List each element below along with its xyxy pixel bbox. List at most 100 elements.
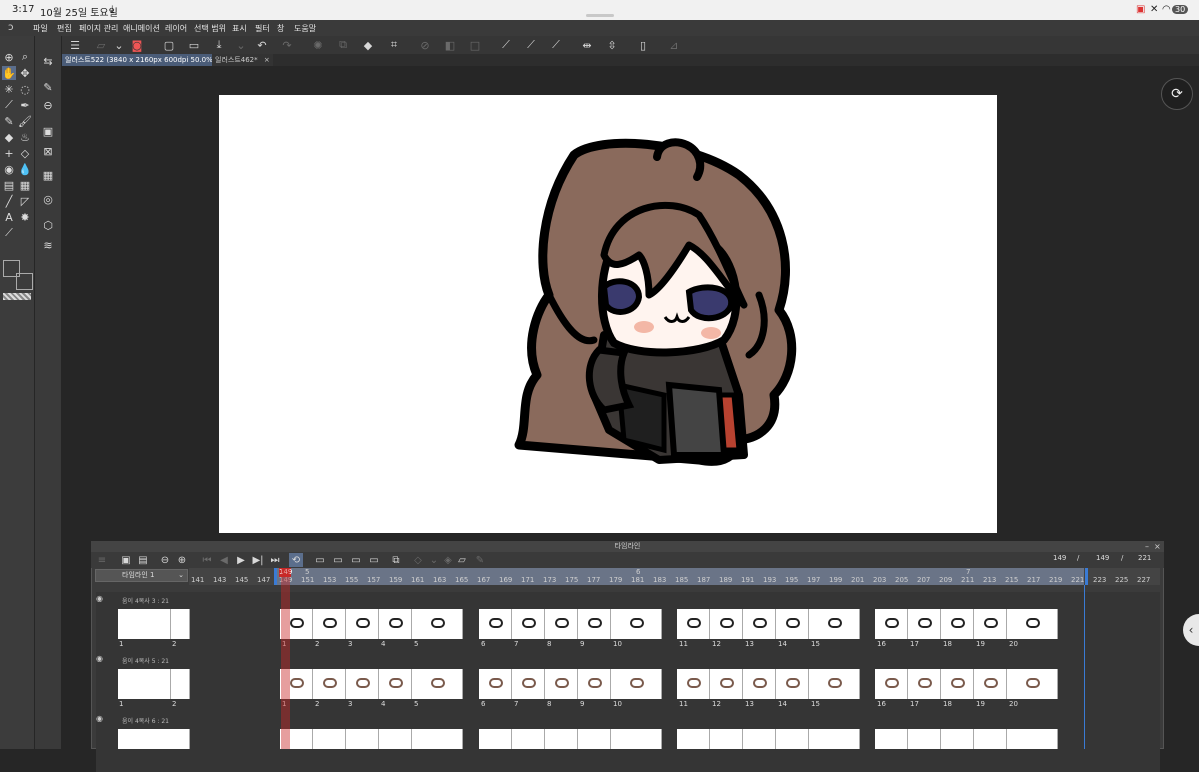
cel[interactable] <box>479 729 512 749</box>
eye-icon[interactable]: ◉ <box>96 714 103 723</box>
cel[interactable] <box>171 609 190 639</box>
menu-icon[interactable]: ☰ <box>68 38 82 52</box>
material-icon[interactable]: ⊠ <box>41 144 55 158</box>
cel[interactable] <box>512 729 545 749</box>
cel-specify-icon[interactable]: ▭ <box>367 553 381 567</box>
app-logo-icon[interactable]: ↄ <box>8 22 20 34</box>
frame-tool-icon[interactable]: ▦ <box>18 178 32 192</box>
export-icon[interactable] <box>212 38 226 52</box>
cel[interactable] <box>313 609 346 639</box>
loop-icon[interactable]: ⟲ <box>289 553 303 567</box>
close-icon[interactable]: × <box>264 56 270 64</box>
timeline-select[interactable]: 타임라인 1 ⌄ <box>95 569 188 582</box>
cel[interactable] <box>118 609 171 639</box>
menu-page[interactable]: 페이지 관리 <box>79 23 118 34</box>
deselect-icon[interactable]: □ <box>468 38 482 52</box>
drawing-canvas[interactable] <box>219 95 997 533</box>
balloon-tool-icon[interactable]: ✸ <box>18 210 32 224</box>
snap-grid-icon[interactable]: ⟋ <box>549 38 563 52</box>
menu-selection[interactable]: 선택 범위 <box>194 23 226 34</box>
fill-selection-icon[interactable]: ◆ <box>361 38 375 52</box>
assign-cel-icon[interactable]: ▭ <box>349 553 363 567</box>
cel[interactable] <box>776 729 809 749</box>
navigator-icon[interactable]: ▣ <box>41 124 55 138</box>
cel[interactable] <box>171 669 190 699</box>
blend-tool-icon[interactable]: ◉ <box>2 162 16 176</box>
cel[interactable] <box>974 669 1007 699</box>
flip-vertical-icon[interactable]: ⇳ <box>605 38 619 52</box>
rotate-view-icon[interactable]: ⟳ <box>1161 78 1193 110</box>
open-file-icon[interactable]: ▭ <box>187 38 201 52</box>
water-drop-icon[interactable]: 💧 <box>18 162 32 176</box>
record-icon[interactable]: ◙ <box>130 38 144 52</box>
sub-tool-icon[interactable]: ⇆ <box>41 54 55 68</box>
cel[interactable] <box>346 729 379 749</box>
hand-tool-icon[interactable]: ✋ <box>2 66 16 80</box>
flip-horizontal-icon[interactable]: ⇹ <box>580 38 594 52</box>
menu-animation[interactable]: 애니메이션 <box>123 23 160 34</box>
eye-icon[interactable]: ◉ <box>96 594 103 603</box>
new-timeline-icon[interactable]: ▣ <box>119 553 133 567</box>
snap-special-ruler-icon[interactable]: ⟋ <box>524 38 538 52</box>
eyedropper-icon[interactable]: ⟋ <box>2 98 16 112</box>
snap-ruler-icon[interactable]: ⟋ <box>499 38 513 52</box>
cel[interactable] <box>743 729 776 749</box>
cel[interactable] <box>1007 669 1058 699</box>
minimize-icon[interactable]: – <box>1145 542 1149 551</box>
brush-tool-icon[interactable]: 🖌 <box>18 114 32 128</box>
timeline-menu-icon[interactable]: ≡ <box>95 553 109 567</box>
cel[interactable] <box>611 729 662 749</box>
zoom-tool-icon[interactable]: ⊕ <box>2 50 16 64</box>
cel[interactable] <box>974 609 1007 639</box>
sub-color-swatch[interactable] <box>16 273 33 290</box>
zoom-in-icon[interactable]: ⊕ <box>175 553 189 567</box>
eraser-tool-icon[interactable]: ◇ <box>18 146 32 160</box>
eye-icon[interactable]: ◉ <box>96 654 103 663</box>
correction-tool-icon[interactable]: ⟋ <box>2 226 16 240</box>
smartphone-icon[interactable]: ▯ <box>636 38 650 52</box>
playhead[interactable] <box>281 568 290 749</box>
cel[interactable] <box>578 669 611 699</box>
cel[interactable] <box>545 609 578 639</box>
cel[interactable] <box>710 729 743 749</box>
cel[interactable] <box>908 669 941 699</box>
copy-layer-icon[interactable]: ⧉ <box>336 38 350 52</box>
cel[interactable] <box>710 609 743 639</box>
first-frame-icon[interactable]: ⏮ <box>200 553 214 567</box>
cel[interactable] <box>346 669 379 699</box>
new-cel-icon[interactable]: ▭ <box>331 553 345 567</box>
color-wheel-icon[interactable]: ◎ <box>41 192 55 206</box>
cel[interactable] <box>611 609 662 639</box>
cel[interactable] <box>875 729 908 749</box>
tab-document-2[interactable]: 일러스트462* × <box>212 54 273 66</box>
cel[interactable] <box>941 729 974 749</box>
cel[interactable] <box>379 729 412 749</box>
onion-skin-icon[interactable]: ⧉ <box>389 553 403 567</box>
cel[interactable] <box>313 669 346 699</box>
cel[interactable] <box>809 669 860 699</box>
cel[interactable] <box>776 609 809 639</box>
move-tool-icon[interactable]: ✥ <box>18 66 32 80</box>
color-set-icon[interactable]: ▦ <box>41 168 55 182</box>
next-frame-icon[interactable]: ▶| <box>251 553 265 567</box>
cel[interactable] <box>677 729 710 749</box>
tool-property-icon[interactable]: ✎ <box>41 80 55 94</box>
range-start-handle[interactable] <box>274 568 277 585</box>
cel[interactable] <box>743 669 776 699</box>
new-animation-folder-icon[interactable]: ▭ <box>313 553 327 567</box>
new-canvas-icon[interactable]: ▢ <box>162 38 176 52</box>
cel[interactable] <box>479 609 512 639</box>
cel[interactable] <box>512 609 545 639</box>
cel[interactable] <box>875 609 908 639</box>
lasso-icon[interactable]: ◌ <box>18 82 32 96</box>
settings-icon[interactable]: ✺ <box>311 38 325 52</box>
crop-icon[interactable]: ⌗ <box>387 38 401 52</box>
cel[interactable] <box>578 609 611 639</box>
cel[interactable] <box>809 609 860 639</box>
menu-edit[interactable]: 편집 <box>57 23 72 34</box>
cel[interactable] <box>776 669 809 699</box>
camera-icon[interactable]: ▱ <box>455 553 469 567</box>
brush-size-icon[interactable]: ⊖ <box>41 98 55 112</box>
cel[interactable] <box>412 669 463 699</box>
key-dropdown-icon[interactable]: ⌄ <box>427 553 441 567</box>
